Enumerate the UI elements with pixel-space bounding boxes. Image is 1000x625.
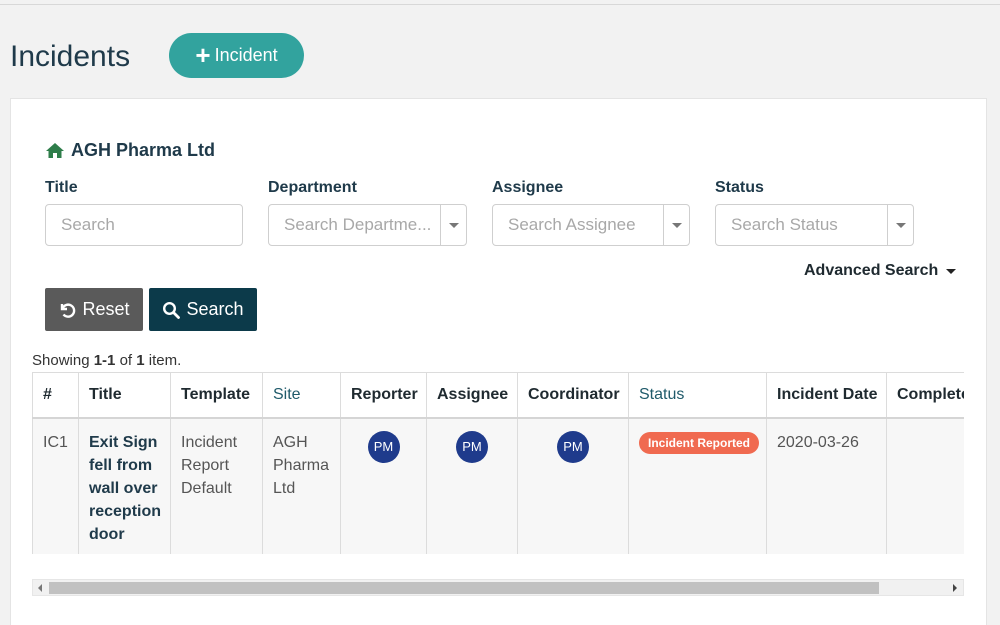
cell-num: IC1 bbox=[32, 417, 79, 554]
col-header-assignee[interactable]: Assignee bbox=[426, 372, 518, 419]
incidents-table-container: # Title Template Site Reporter Assignee … bbox=[32, 372, 964, 554]
assignee-dropdown-toggle[interactable] bbox=[663, 205, 689, 245]
status-badge: Incident Reported bbox=[639, 431, 760, 454]
col-header-incident-date[interactable]: Incident Date bbox=[766, 372, 887, 419]
coordinator-avatar[interactable]: PM bbox=[557, 430, 589, 463]
cell-status: Incident Reported bbox=[628, 417, 767, 554]
department-filter-label: Department bbox=[268, 179, 357, 196]
advanced-search-label: Advanced Search bbox=[804, 262, 939, 279]
title-filter bbox=[45, 204, 243, 246]
table-header-row: # Title Template Site Reporter Assignee … bbox=[32, 372, 964, 419]
status-select-placeholder: Search Status bbox=[731, 215, 838, 234]
status-select[interactable]: Search Status bbox=[715, 204, 914, 246]
summary-middle: of bbox=[115, 352, 137, 369]
search-button[interactable]: Search bbox=[149, 288, 257, 331]
summary-suffix: item. bbox=[144, 352, 182, 369]
cell-completed bbox=[886, 417, 964, 554]
cell-template: Incident Report Default bbox=[170, 417, 263, 554]
reset-button[interactable]: Reset bbox=[45, 288, 143, 331]
chevron-down-icon bbox=[448, 222, 459, 228]
add-incident-label: Incident bbox=[214, 45, 278, 65]
cell-title[interactable]: Exit Sign fell from wall over reception … bbox=[78, 417, 171, 554]
summary-prefix: Showing bbox=[32, 352, 94, 369]
org-breadcrumb[interactable]: AGH Pharma Ltd bbox=[45, 140, 215, 161]
horizontal-scrollbar[interactable] bbox=[32, 579, 964, 596]
cell-coordinator: PM bbox=[517, 417, 629, 554]
assignee-select[interactable]: Search Assignee bbox=[492, 204, 690, 246]
add-incident-button[interactable]: + Incident bbox=[169, 33, 304, 78]
status-dropdown-toggle[interactable] bbox=[887, 205, 913, 245]
title-filter-label: Title bbox=[45, 179, 78, 196]
scroll-left-arrow-icon[interactable] bbox=[38, 584, 42, 592]
results-summary: Showing 1-1 of 1 item. bbox=[32, 352, 181, 369]
scrollbar-thumb[interactable] bbox=[49, 582, 879, 594]
col-header-status[interactable]: Status bbox=[628, 372, 767, 419]
org-name: AGH Pharma Ltd bbox=[71, 140, 216, 160]
department-dropdown-toggle[interactable] bbox=[440, 205, 466, 245]
cell-assignee: PM bbox=[426, 417, 518, 554]
status-filter-label: Status bbox=[715, 179, 764, 196]
col-header-reporter[interactable]: Reporter bbox=[340, 372, 427, 419]
caret-down-icon bbox=[946, 268, 957, 274]
summary-total: 1 bbox=[136, 352, 145, 369]
advanced-search-toggle[interactable]: Advanced Search bbox=[804, 262, 957, 280]
summary-range: 1-1 bbox=[93, 352, 116, 369]
reset-label: Reset bbox=[82, 299, 130, 319]
plus-icon: + bbox=[195, 39, 211, 70]
col-header-title[interactable]: Title bbox=[78, 372, 171, 419]
title-search-input[interactable] bbox=[46, 205, 242, 245]
department-select[interactable]: Search Departme... bbox=[268, 204, 467, 246]
col-header-completed[interactable]: Completed bbox=[886, 372, 964, 419]
undo-icon bbox=[61, 302, 76, 318]
department-select-placeholder: Search Departme... bbox=[284, 215, 432, 234]
home-icon bbox=[46, 143, 64, 158]
scroll-right-arrow-icon[interactable] bbox=[953, 584, 957, 592]
assignee-avatar[interactable]: PM bbox=[456, 430, 488, 463]
assignee-filter-label: Assignee bbox=[492, 179, 564, 196]
col-header-template[interactable]: Template bbox=[170, 372, 263, 419]
chevron-down-icon bbox=[671, 222, 682, 228]
cell-reporter: PM bbox=[340, 417, 427, 554]
assignee-select-placeholder: Search Assignee bbox=[508, 215, 636, 234]
cell-incident-date: 2020-03-26 bbox=[766, 417, 887, 554]
top-divider bbox=[0, 4, 1000, 5]
chevron-down-icon bbox=[895, 222, 906, 228]
search-icon bbox=[163, 301, 181, 319]
page-title: Incidents bbox=[10, 40, 131, 73]
col-header-site[interactable]: Site bbox=[262, 372, 341, 419]
cell-site: AGH Pharma Ltd bbox=[262, 417, 341, 554]
search-label: Search bbox=[186, 299, 244, 319]
incidents-table: # Title Template Site Reporter Assignee … bbox=[32, 372, 964, 554]
col-header-coordinator[interactable]: Coordinator bbox=[517, 372, 629, 419]
reporter-avatar[interactable]: PM bbox=[367, 430, 400, 463]
col-header-num: # bbox=[32, 372, 79, 419]
table-row[interactable]: IC1 Exit Sign fell from wall over recept… bbox=[32, 417, 964, 554]
